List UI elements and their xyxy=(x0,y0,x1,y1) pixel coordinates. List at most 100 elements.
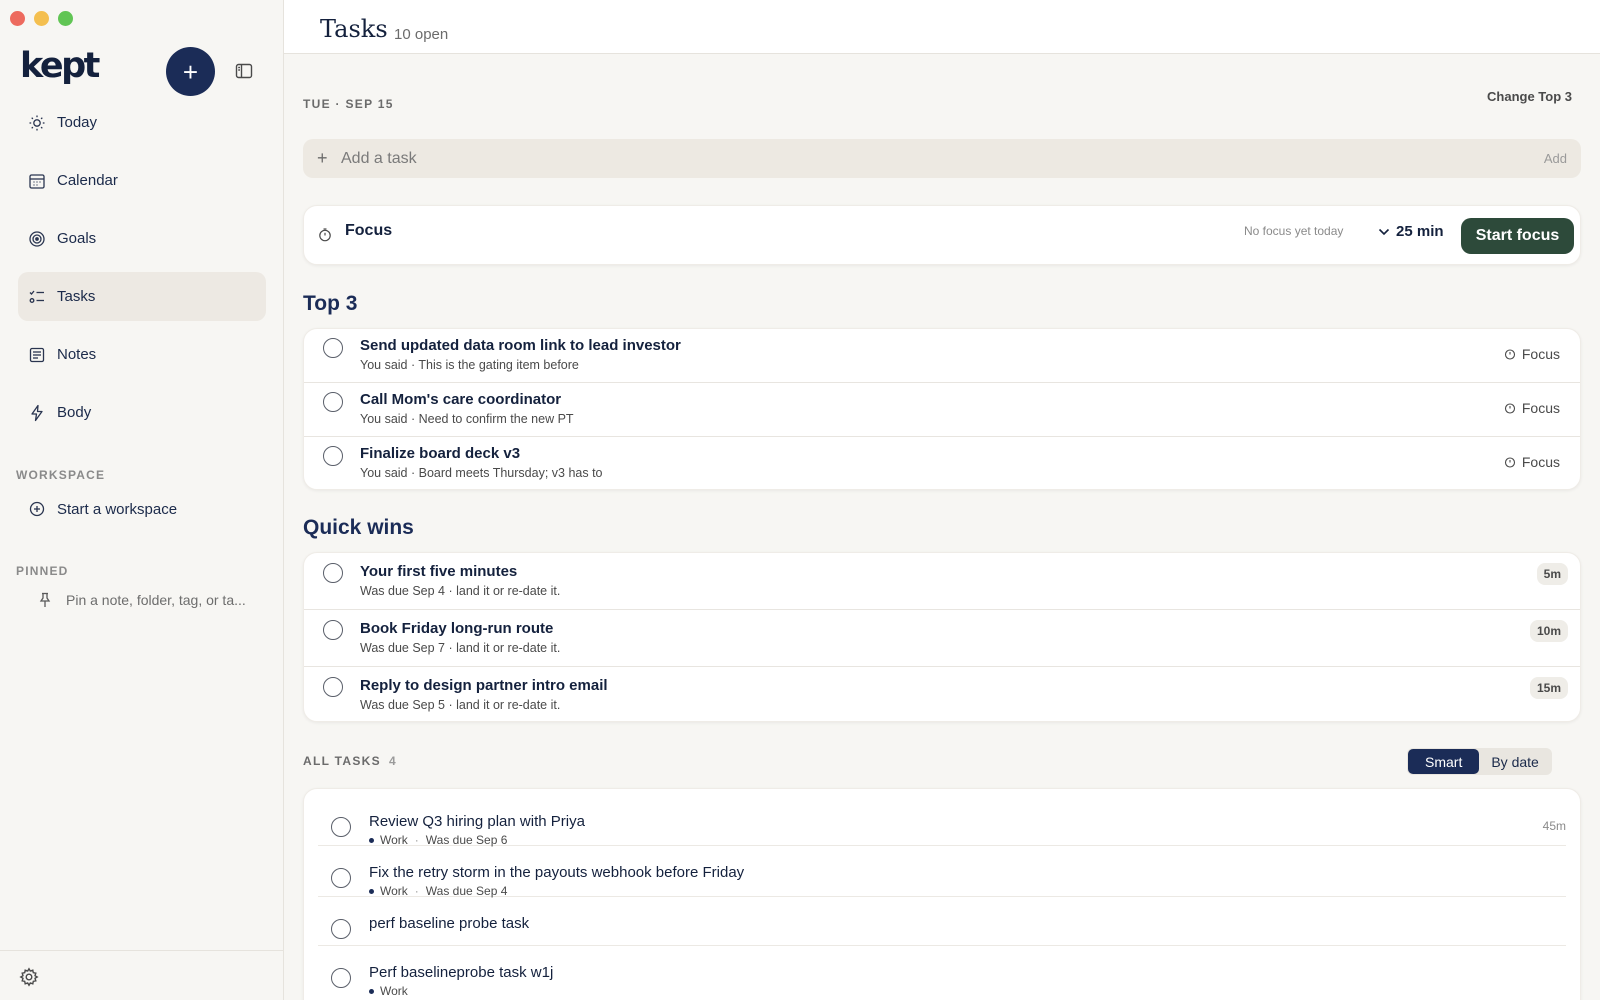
task-focus-button[interactable]: Focus xyxy=(1504,454,1560,470)
all-tasks-card: Review Q3 hiring plan with Priya Work · … xyxy=(303,788,1581,1000)
top3-task-row[interactable]: Finalize board deck v3 You said · Board … xyxy=(304,437,1580,489)
pinned-placeholder-label: Pin a note, folder, tag, or ta... xyxy=(66,592,246,608)
time-estimate-badge: 5m xyxy=(1536,563,1568,585)
tag-dot-icon xyxy=(369,837,374,843)
task-subtitle: Was due Sep 7 · land it or re-date it. xyxy=(360,641,561,655)
timer-icon xyxy=(1504,403,1515,414)
task-checkbox[interactable] xyxy=(331,817,351,837)
plus-icon: + xyxy=(317,148,328,168)
task-subtitle: You said · Board meets Thursday; v3 has … xyxy=(360,466,603,480)
task-checkbox[interactable] xyxy=(323,338,343,358)
bolt-icon xyxy=(28,404,46,422)
task-due: Was due Sep 6 xyxy=(425,833,508,847)
meta-separator: · xyxy=(414,833,419,847)
checklist-icon xyxy=(28,288,46,306)
pin-icon xyxy=(36,591,54,609)
date-label: TUE · SEP 15 xyxy=(303,97,394,111)
sidebar-item-label: Body xyxy=(57,404,92,421)
sort-smart-button[interactable]: Smart xyxy=(1408,749,1480,774)
close-window-button[interactable] xyxy=(10,11,25,26)
focus-status: No focus yet today xyxy=(1244,224,1344,238)
sidebar-item-goals[interactable]: Goals xyxy=(18,214,266,263)
main-content: Tasks 10 open TUE · SEP 15 Change Top 3 … xyxy=(284,0,1600,1000)
focus-duration-value: 25 min xyxy=(1396,223,1444,240)
sort-by-date-button[interactable]: By date xyxy=(1479,749,1550,774)
start-workspace-label: Start a workspace xyxy=(57,500,178,518)
topbar: Tasks 10 open xyxy=(284,0,1600,54)
task-checkbox[interactable] xyxy=(323,620,343,640)
task-checkbox[interactable] xyxy=(323,563,343,583)
task-title: Perf baselineprobe task w1j xyxy=(369,964,554,981)
sidebar-footer xyxy=(0,950,283,1000)
sidebar-item-today[interactable]: Today xyxy=(18,98,266,147)
task-title: Finalize board deck v3 xyxy=(360,445,521,462)
task-row[interactable]: perf baseline probe task xyxy=(318,897,1566,946)
task-focus-button[interactable]: Focus xyxy=(1504,400,1560,416)
task-title: Book Friday long-run route xyxy=(360,620,554,637)
quick-win-row[interactable]: Reply to design partner intro email Was … xyxy=(304,667,1580,721)
task-due: Was due Sep 4 xyxy=(425,884,508,898)
task-focus-label: Focus xyxy=(1521,400,1560,416)
task-subtitle: You said · This is the gating item befor… xyxy=(360,358,579,372)
target-icon xyxy=(28,230,46,248)
page-title: Tasks xyxy=(320,15,388,43)
sun-icon xyxy=(28,114,46,132)
pinned-placeholder[interactable]: Pin a note, folder, tag, or ta... xyxy=(36,591,246,609)
sidebar-toggle-icon[interactable] xyxy=(235,62,253,80)
app-logo: kept xyxy=(20,46,100,86)
change-top3-button[interactable]: Change Top 3 xyxy=(1487,89,1572,104)
top3-heading: Top 3 xyxy=(303,292,358,315)
task-checkbox[interactable] xyxy=(323,446,343,466)
quick-win-row[interactable]: Your first five minutes Was due Sep 4 · … xyxy=(304,553,1580,610)
quick-wins-card: Your first five minutes Was due Sep 4 · … xyxy=(303,552,1581,722)
add-task-input[interactable] xyxy=(341,149,1491,168)
task-title: Reply to design partner intro email xyxy=(360,677,608,694)
sidebar-item-tasks[interactable]: Tasks xyxy=(18,272,266,321)
top3-task-row[interactable]: Call Mom's care coordinator You said · N… xyxy=(304,383,1580,437)
new-item-button[interactable]: + xyxy=(166,47,215,96)
minimize-window-button[interactable] xyxy=(34,11,49,26)
notes-icon xyxy=(28,346,46,364)
task-row[interactable]: Fix the retry storm in the payouts webho… xyxy=(318,846,1566,898)
sidebar-item-label: Goals xyxy=(57,230,97,247)
task-focus-label: Focus xyxy=(1521,346,1560,362)
time-estimate: 45m xyxy=(1542,819,1566,833)
start-workspace-button[interactable]: Start a workspace xyxy=(28,500,177,518)
tag-dot-icon xyxy=(369,888,374,894)
focus-duration-select[interactable]: 25 min xyxy=(1378,223,1444,240)
workspace-section-label: WORKSPACE xyxy=(16,468,106,482)
quick-win-row[interactable]: Book Friday long-run route Was due Sep 7… xyxy=(304,610,1580,667)
maximize-window-button[interactable] xyxy=(58,11,73,26)
add-task-button[interactable]: Add xyxy=(1544,151,1567,166)
pinned-section-label: PINNED xyxy=(16,564,69,578)
task-checkbox[interactable] xyxy=(331,919,351,939)
top3-card: Send updated data room link to lead inve… xyxy=(303,328,1581,490)
all-tasks-label: ALL TASKS 4 xyxy=(303,754,396,768)
task-row[interactable]: Review Q3 hiring plan with Priya Work · … xyxy=(318,795,1566,847)
task-row[interactable]: Perf baselineprobe task w1j Work xyxy=(318,946,1566,998)
top3-task-row[interactable]: Send updated data room link to lead inve… xyxy=(304,329,1580,383)
task-tag: Work xyxy=(380,984,408,998)
task-focus-button[interactable]: Focus xyxy=(1504,346,1560,362)
app-window: kept + Today Calendar Goals Tasks Notes … xyxy=(0,0,1600,1000)
chevron-down-icon xyxy=(1378,228,1390,235)
task-title: Review Q3 hiring plan with Priya xyxy=(369,813,585,830)
time-estimate-badge: 15m xyxy=(1529,677,1568,699)
task-title: Call Mom's care coordinator xyxy=(360,391,562,408)
task-title: Send updated data room link to lead inve… xyxy=(360,337,681,354)
task-checkbox[interactable] xyxy=(323,677,343,697)
task-checkbox[interactable] xyxy=(323,392,343,412)
task-checkbox[interactable] xyxy=(331,968,351,988)
task-title: Your first five minutes xyxy=(360,563,518,580)
start-focus-button[interactable]: Start focus xyxy=(1461,218,1574,254)
task-checkbox[interactable] xyxy=(331,868,351,888)
sidebar-item-body[interactable]: Body xyxy=(18,388,266,437)
sidebar-item-calendar[interactable]: Calendar xyxy=(18,156,266,205)
tag-dot-icon xyxy=(369,988,374,994)
sidebar-item-label: Today xyxy=(57,114,98,131)
sidebar: kept + Today Calendar Goals Tasks Notes … xyxy=(0,0,284,1000)
all-tasks-count: 4 xyxy=(388,754,396,768)
plus-circle-icon xyxy=(28,500,46,518)
sidebar-item-notes[interactable]: Notes xyxy=(18,330,266,379)
gear-icon[interactable] xyxy=(19,967,39,987)
